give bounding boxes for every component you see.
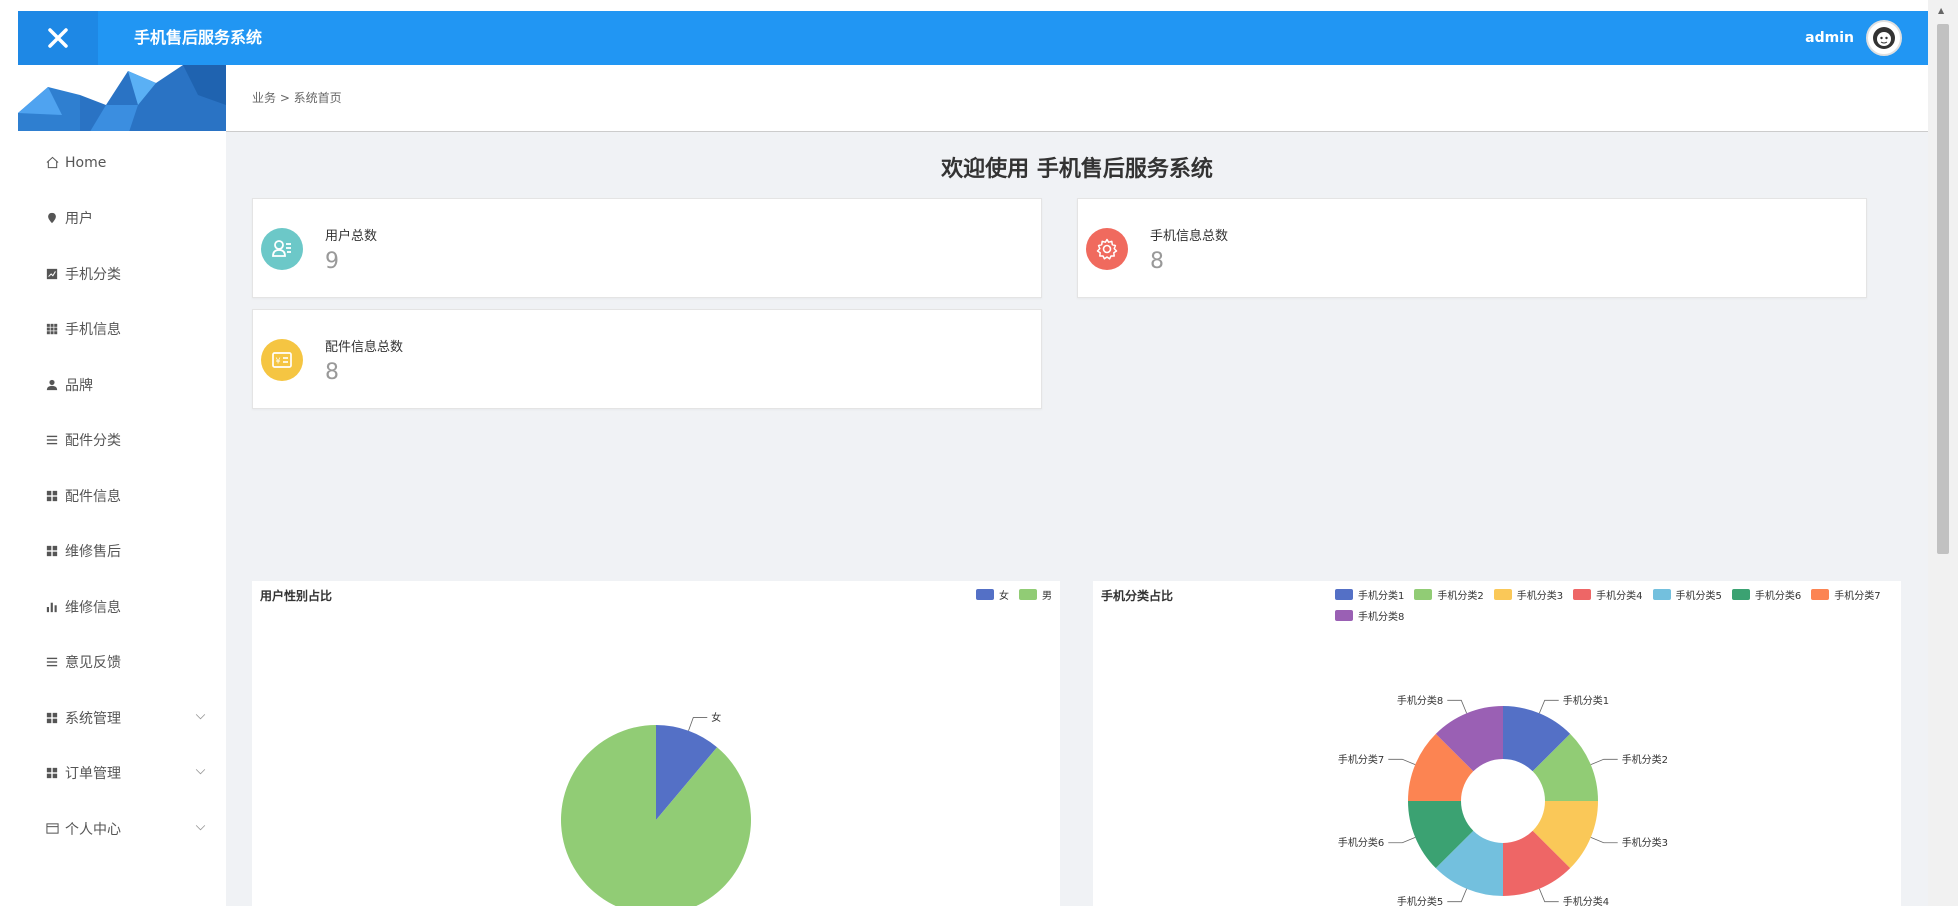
stat-label: 用户总数 (325, 229, 378, 244)
sidebar-item-label: 个人中心 (65, 821, 121, 838)
sidebar-item-label: 手机分类 (65, 266, 121, 283)
chevron-down-icon (195, 768, 206, 779)
sidebar-menu: Home 用户 手机分类 手机信息 品牌 配件分类 配件信息 维修售后 维修信息… (18, 135, 226, 857)
stat-card-phones: 手机信息总数 8 (1077, 198, 1867, 298)
sidebar-item-label: 意见反馈 (65, 655, 121, 672)
sidebar-item-label: 配件信息 (65, 488, 121, 505)
sidebar-item-user[interactable]: 用户 (18, 191, 226, 247)
chart-square-icon (43, 268, 61, 280)
app-title: 手机售后服务系统 (134, 28, 263, 47)
pie-label: 手机分类4 (1563, 895, 1609, 906)
pie-label: 手机分类6 (1338, 836, 1384, 849)
main-content: 业务 > 系统首页 欢迎使用 手机售后服务系统 用户总数 9 手机信息总数 8 (226, 65, 1928, 906)
svg-text:¥: ¥ (275, 357, 280, 366)
pie-label-line (1590, 758, 1618, 766)
stat-card-users: 用户总数 9 (252, 198, 1042, 298)
pie-label-line (688, 717, 708, 731)
pie-label: 女 (711, 711, 721, 724)
apps-icon (43, 767, 61, 779)
pie-label-line (1538, 699, 1559, 714)
window-icon (43, 822, 61, 835)
category-donut-chart: 手机分类1 手机分类2 手机分类3 手机分类4 手机分类5 手机分类6 手机分类7 手机分类8 (1338, 694, 1668, 906)
grid-icon (43, 323, 61, 335)
pie-label-line (1447, 699, 1468, 714)
breadcrumb-bar: 业务 > 系统首页 (226, 65, 1928, 132)
close-button[interactable] (18, 11, 98, 65)
close-icon (48, 28, 68, 48)
sidebar-item-label: 配件分类 (65, 433, 121, 450)
price-tag-icon: ¥ (272, 352, 292, 368)
pin-icon (43, 212, 61, 224)
stat-value: 9 (325, 249, 339, 274)
sidebar-item-accessory-info[interactable]: 配件信息 (18, 468, 226, 524)
sidebar-item-personal-center[interactable]: 个人中心 (18, 801, 226, 857)
list-icon (43, 656, 61, 668)
apps-icon (43, 545, 61, 557)
sidebar-item-label: 品牌 (65, 377, 93, 394)
category-donut-chart-card: 手机分类占比 手机分类1 手机分类2 手机分类3 手机分类4 手机分类5 手机分… (1093, 581, 1901, 906)
bar-chart-icon (43, 601, 61, 613)
scroll-up-icon[interactable]: ▲ (1938, 6, 1944, 15)
sidebar-item-phone-category[interactable]: 手机分类 (18, 246, 226, 302)
sidebar-item-order-management[interactable]: 订单管理 (18, 746, 226, 802)
pie-label-line (1447, 888, 1468, 903)
stat-icon-circle (261, 228, 303, 270)
pie-label: 手机分类3 (1622, 836, 1668, 849)
page-title: 欢迎使用 手机售后服务系统 (941, 157, 1213, 182)
sidebar: Home 用户 手机分类 手机信息 品牌 配件分类 配件信息 维修售后 维修信息… (18, 65, 226, 906)
apps-icon (43, 490, 61, 502)
pie-label-line (1538, 888, 1559, 903)
pie-label: 手机分类8 (1397, 694, 1443, 707)
pie-label: 手机分类7 (1338, 753, 1384, 766)
sidebar-item-repair-info[interactable]: 维修信息 (18, 579, 226, 635)
sidebar-item-label: 系统管理 (65, 710, 121, 727)
username[interactable]: admin (1805, 30, 1854, 46)
sidebar-item-system-management[interactable]: 系统管理 (18, 690, 226, 746)
sidebar-item-repair-service[interactable]: 维修售后 (18, 524, 226, 580)
user-menu[interactable]: admin (1805, 11, 1902, 65)
top-navbar: 手机售后服务系统 admin (18, 11, 1928, 65)
user-card-icon (272, 240, 291, 257)
sidebar-item-brand[interactable]: 品牌 (18, 357, 226, 413)
stat-card-accessories: ¥ 配件信息总数 8 (252, 309, 1042, 409)
chevron-down-icon (195, 823, 206, 834)
pie-label-line (1388, 836, 1416, 844)
stat-icon-circle: ¥ (261, 339, 303, 381)
stat-label: 手机信息总数 (1150, 229, 1229, 244)
pie-label-line (1590, 836, 1618, 844)
sidebar-item-label: 订单管理 (65, 766, 121, 783)
sidebar-item-label: 维修售后 (65, 544, 121, 561)
sidebar-item-label: 用户 (65, 211, 93, 228)
avatar[interactable] (1866, 20, 1902, 56)
sidebar-item-phone-info[interactable]: 手机信息 (18, 302, 226, 358)
sidebar-item-feedback[interactable]: 意见反馈 (18, 635, 226, 691)
sidebar-logo-banner (18, 65, 226, 135)
gear-icon (1096, 238, 1118, 260)
chevron-down-icon (195, 712, 206, 723)
stat-icon-circle (1086, 228, 1128, 270)
stat-label: 配件信息总数 (325, 340, 404, 355)
pie-label-line (1388, 758, 1416, 766)
sidebar-item-accessory-category[interactable]: 配件分类 (18, 413, 226, 469)
pie-label: 手机分类5 (1397, 895, 1443, 906)
scrollbar[interactable]: ▲ (1928, 0, 1958, 906)
sidebar-item-home[interactable]: Home (18, 135, 226, 191)
gender-pie-chart-card: 用户性别占比 女 男 女男 (252, 581, 1060, 906)
stat-value: 8 (1150, 249, 1164, 274)
pie-label: 手机分类1 (1563, 694, 1609, 707)
list-icon (43, 434, 61, 446)
gender-pie-chart: 女男 (561, 711, 751, 906)
sidebar-item-label: 手机信息 (65, 322, 121, 339)
person-icon (43, 379, 61, 391)
avatar-face-icon (1873, 27, 1895, 49)
pie-label: 手机分类2 (1622, 753, 1668, 766)
scrollbar-thumb[interactable] (1937, 24, 1949, 554)
apps-icon (43, 712, 61, 724)
sidebar-item-label: Home (65, 154, 107, 171)
breadcrumb: 业务 > 系统首页 (252, 91, 342, 105)
home-icon (43, 156, 61, 169)
stat-value: 8 (325, 360, 339, 385)
sidebar-item-label: 维修信息 (65, 599, 121, 616)
